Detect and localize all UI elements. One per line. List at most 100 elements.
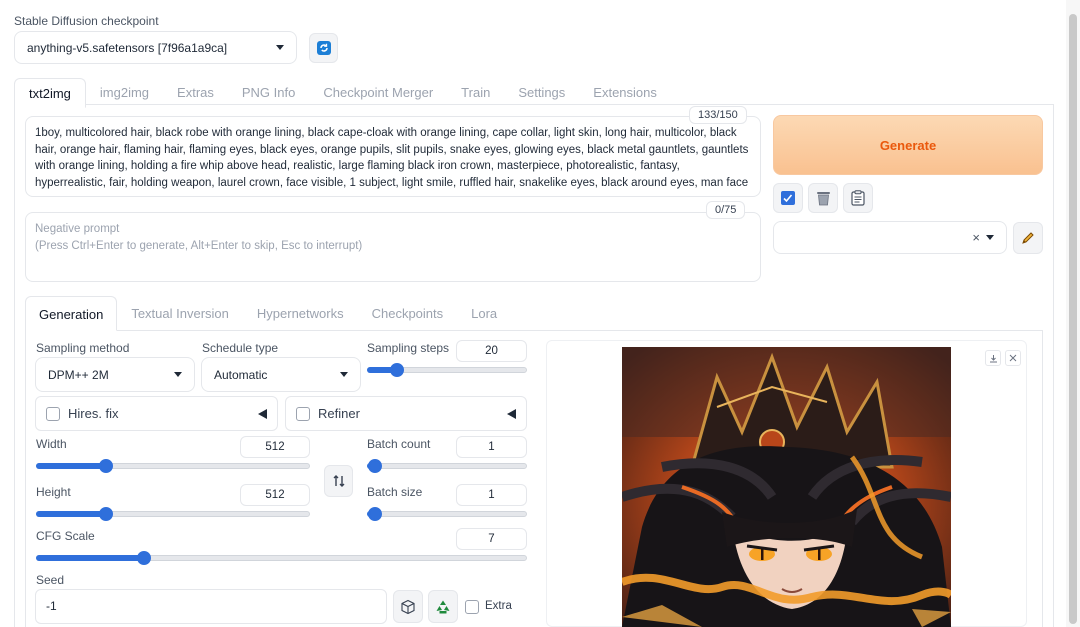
batch-count-slider[interactable] xyxy=(367,459,527,473)
collapse-icon xyxy=(258,408,267,419)
tab-textual-inversion[interactable]: Textual Inversion xyxy=(117,296,243,331)
scrollbar-thumb[interactable] xyxy=(1069,14,1077,624)
tab-hypernetworks[interactable]: Hypernetworks xyxy=(243,296,358,331)
slider-thumb[interactable] xyxy=(98,507,113,521)
height-label: Height xyxy=(36,485,71,499)
batch-count-input[interactable]: 1 xyxy=(456,436,527,458)
negative-prompt-textarea[interactable]: Negative prompt (Press Ctrl+Enter to gen… xyxy=(25,212,761,282)
negative-prompt-placeholder: Negative prompt xyxy=(35,223,120,235)
panel-border-left xyxy=(14,104,15,627)
main-tabs: txt2img img2img Extras PNG Info Checkpoi… xyxy=(14,78,671,108)
hires-fix-label: Hires. fix xyxy=(68,406,119,421)
swap-icon xyxy=(333,475,344,487)
hires-fix-checkbox[interactable] xyxy=(46,406,60,421)
random-seed-button[interactable] xyxy=(393,590,423,623)
tab-checkpoints[interactable]: Checkpoints xyxy=(358,296,458,331)
edit-styles-button[interactable] xyxy=(1013,222,1043,254)
recycle-icon xyxy=(436,600,450,613)
width-slider[interactable] xyxy=(36,459,310,473)
page-scrollbar[interactable] xyxy=(1066,0,1080,627)
styles-select[interactable]: × xyxy=(773,221,1007,254)
sampling-steps-slider[interactable] xyxy=(367,363,527,377)
chevron-down-icon xyxy=(986,235,994,240)
close-icon xyxy=(1009,354,1017,362)
slider-thumb[interactable] xyxy=(368,459,382,473)
refiner-label: Refiner xyxy=(318,406,360,421)
sampling-steps-label: Sampling steps xyxy=(367,341,450,355)
refresh-checkpoint-button[interactable] xyxy=(309,33,338,63)
clear-icon[interactable]: × xyxy=(972,230,980,245)
height-slider[interactable] xyxy=(36,507,310,521)
slider-thumb[interactable] xyxy=(389,363,404,377)
width-input[interactable]: 512 xyxy=(240,436,310,458)
generated-image[interactable] xyxy=(622,347,951,627)
pencil-icon xyxy=(1022,232,1034,244)
tab-settings[interactable]: Settings xyxy=(504,78,579,108)
trash-icon xyxy=(816,192,830,206)
slider-thumb[interactable] xyxy=(136,551,151,565)
refresh-icon xyxy=(316,41,331,55)
sampling-method-select[interactable]: DPM++ 2M xyxy=(35,357,195,392)
checkpoint-select[interactable]: anything-v5.safetensors [7f96a1a9ca] xyxy=(14,31,297,64)
swap-dimensions-button[interactable] xyxy=(324,465,353,497)
download-button[interactable] xyxy=(985,350,1001,366)
clear-prompt-button[interactable] xyxy=(808,183,838,213)
panel-border-right xyxy=(1053,104,1054,627)
tab-extensions[interactable]: Extensions xyxy=(579,78,671,108)
clipboard-icon xyxy=(851,190,865,206)
reuse-seed-button[interactable] xyxy=(428,590,458,623)
refiner-accordion[interactable]: Refiner xyxy=(285,396,527,431)
anime-character-artwork xyxy=(622,347,951,627)
generate-button[interactable]: Generate xyxy=(773,115,1043,175)
checkpoint-value: anything-v5.safetensors [7f96a1a9ca] xyxy=(27,40,228,55)
seed-label: Seed xyxy=(36,573,65,587)
cfg-scale-label: CFG Scale xyxy=(36,529,95,543)
negative-token-counter: 0/75 xyxy=(706,201,746,219)
download-icon xyxy=(989,354,997,362)
batch-size-label: Batch size xyxy=(367,485,423,499)
extra-seed-checkbox[interactable] xyxy=(465,600,479,614)
dice-icon xyxy=(401,599,415,614)
chevron-down-icon xyxy=(340,372,348,377)
batch-size-input[interactable]: 1 xyxy=(456,484,527,506)
chevron-down-icon xyxy=(276,45,284,50)
seed-input[interactable]: -1 xyxy=(35,589,387,624)
checkpoint-label: Stable Diffusion checkpoint xyxy=(14,14,159,28)
gen-panel-border-left xyxy=(25,330,26,627)
tab-train[interactable]: Train xyxy=(447,78,504,108)
tab-extras[interactable]: Extras xyxy=(163,78,228,108)
batch-size-slider[interactable] xyxy=(367,507,527,521)
cfg-scale-input[interactable]: 7 xyxy=(456,528,527,550)
batch-count-label: Batch count xyxy=(367,437,431,451)
prompt-textarea[interactable]: 1boy, multicolored hair, black robe with… xyxy=(25,116,761,197)
height-input[interactable]: 512 xyxy=(240,484,310,506)
sampling-steps-input[interactable]: 20 xyxy=(456,340,527,362)
prompt-token-counter: 133/150 xyxy=(689,106,747,124)
tab-png-info[interactable]: PNG Info xyxy=(228,78,309,108)
schedule-type-select[interactable]: Automatic xyxy=(201,357,361,392)
tab-txt2img[interactable]: txt2img xyxy=(14,78,86,108)
tab-checkpoint-merger[interactable]: Checkpoint Merger xyxy=(309,78,447,108)
schedule-type-value: Automatic xyxy=(214,367,268,382)
gen-panel-border-right xyxy=(1042,330,1043,627)
chevron-down-icon xyxy=(174,372,182,377)
tab-generation[interactable]: Generation xyxy=(25,296,118,331)
refiner-checkbox[interactable] xyxy=(296,406,310,421)
close-image-button[interactable] xyxy=(1005,350,1021,366)
tab-lora[interactable]: Lora xyxy=(457,296,511,331)
cfg-scale-slider[interactable] xyxy=(36,551,527,565)
arrow-icon xyxy=(781,191,795,205)
sampling-method-value: DPM++ 2M xyxy=(48,367,109,382)
read-params-button[interactable] xyxy=(773,183,803,213)
negative-prompt-hint: (Press Ctrl+Enter to generate, Alt+Enter… xyxy=(35,239,363,252)
paste-styles-button[interactable] xyxy=(843,183,873,213)
slider-thumb[interactable] xyxy=(368,507,382,521)
hires-fix-accordion[interactable]: Hires. fix xyxy=(35,396,278,431)
schedule-type-label: Schedule type xyxy=(202,341,279,355)
sampling-method-label: Sampling method xyxy=(36,341,130,355)
collapse-icon xyxy=(507,408,516,419)
slider-thumb[interactable] xyxy=(98,459,113,473)
tab-img2img[interactable]: img2img xyxy=(86,78,163,108)
generation-tabs: Generation Textual Inversion Hypernetwor… xyxy=(25,296,511,331)
extra-seed-label: Extra xyxy=(485,600,512,612)
